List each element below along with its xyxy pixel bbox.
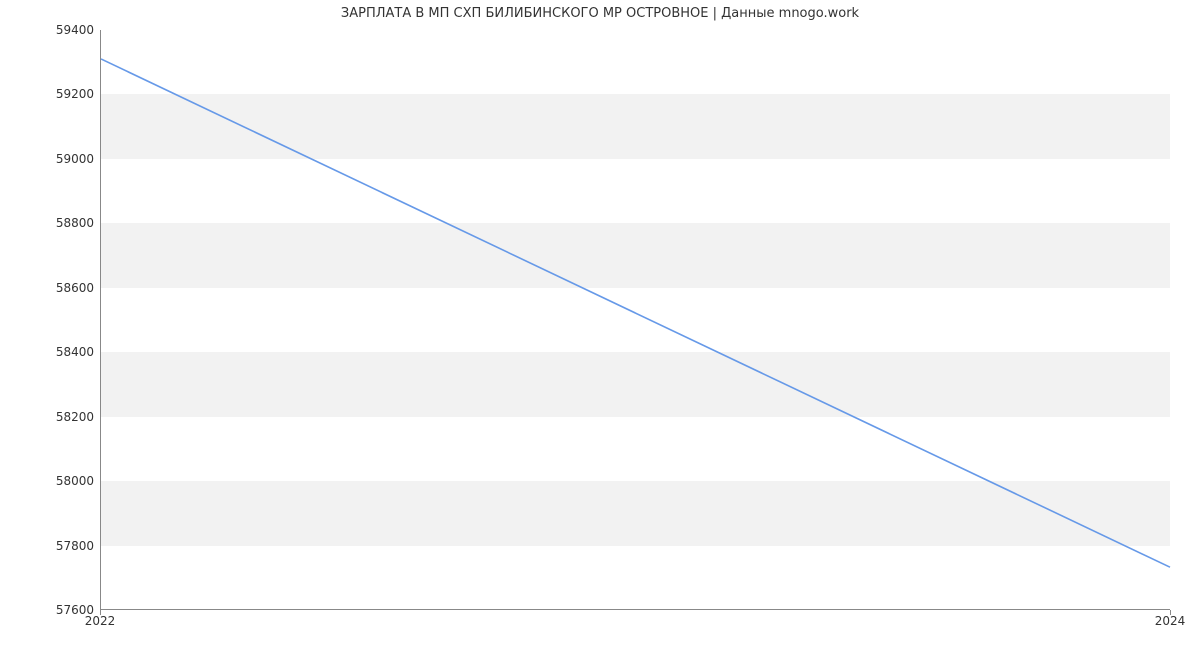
y-tick-label: 58000 xyxy=(4,474,94,488)
y-tick-label: 58200 xyxy=(4,410,94,424)
y-tick-label: 57600 xyxy=(4,603,94,617)
x-tick-mark xyxy=(1170,610,1171,615)
y-tick-label: 58400 xyxy=(4,345,94,359)
y-tick-label: 57800 xyxy=(4,539,94,553)
plot-area xyxy=(100,30,1170,610)
x-tick-mark xyxy=(100,610,101,615)
y-tick-label: 59400 xyxy=(4,23,94,37)
y-tick-label: 59000 xyxy=(4,152,94,166)
y-tick-label: 59200 xyxy=(4,87,94,101)
y-tick-label: 58800 xyxy=(4,216,94,230)
line-series xyxy=(101,30,1170,609)
y-tick-label: 58600 xyxy=(4,281,94,295)
x-tick-label: 2024 xyxy=(1155,614,1186,628)
chart-title: ЗАРПЛАТА В МП СХП БИЛИБИНСКОГО МР ОСТРОВ… xyxy=(0,6,1200,21)
x-tick-label: 2022 xyxy=(85,614,116,628)
chart-container: ЗАРПЛАТА В МП СХП БИЛИБИНСКОГО МР ОСТРОВ… xyxy=(0,0,1200,650)
